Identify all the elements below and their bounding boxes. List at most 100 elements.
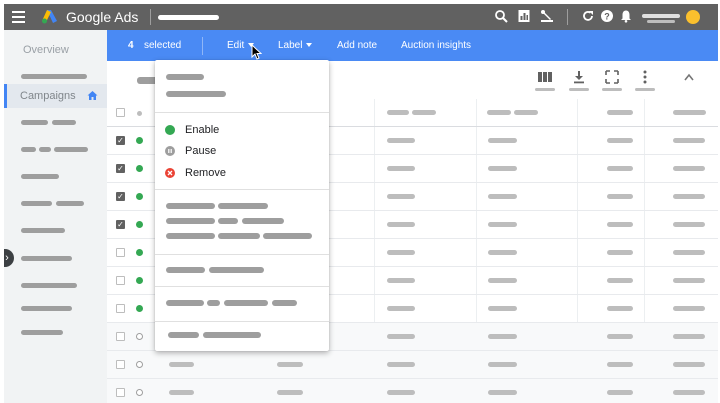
menu-separator (155, 254, 329, 255)
menu-item-placeholder[interactable] (166, 267, 205, 273)
search-icon[interactable] (494, 9, 508, 23)
menu-item-remove[interactable]: Remove (165, 165, 315, 183)
label-menu-button[interactable]: Label (278, 40, 313, 51)
sidebar-item[interactable] (21, 74, 87, 79)
sidebar-item[interactable] (21, 201, 52, 206)
column-header[interactable] (673, 110, 706, 115)
menu-item-label: Enable (185, 124, 220, 136)
table-cell (673, 250, 705, 255)
row-checkbox[interactable] (116, 248, 125, 257)
tool-label (535, 88, 555, 91)
columns-icon[interactable] (537, 70, 553, 84)
active-indicator (4, 84, 7, 108)
menu-item-placeholder[interactable] (166, 233, 215, 239)
refresh-icon[interactable] (581, 9, 595, 23)
menu-item-placeholder[interactable] (203, 332, 261, 338)
more-icon[interactable] (637, 70, 653, 84)
sidebar-item[interactable] (21, 283, 77, 288)
sidebar-item[interactable] (21, 120, 48, 125)
divider (150, 9, 151, 25)
column-header[interactable] (514, 110, 538, 115)
sidebar-item[interactable] (21, 228, 65, 233)
menu-subheading (166, 91, 226, 97)
row-checkbox[interactable]: ✓ (116, 136, 125, 145)
sidebar-item[interactable] (21, 174, 59, 179)
table-cell (488, 390, 517, 395)
reports-icon[interactable] (517, 9, 531, 23)
sidebar-item[interactable] (56, 201, 84, 206)
sidebar-item[interactable] (21, 147, 36, 152)
menu-item-enable[interactable]: Enable (165, 122, 315, 140)
expand-icon[interactable] (604, 70, 620, 84)
row-checkbox[interactable] (116, 388, 125, 397)
auction-insights-button[interactable]: Auction insights (401, 40, 471, 51)
table-cell (673, 138, 705, 143)
row-checkbox[interactable] (116, 276, 125, 285)
menu-item-placeholder[interactable] (166, 300, 204, 306)
table-cell (169, 362, 194, 367)
column-header[interactable] (487, 110, 511, 115)
column-header[interactable] (387, 110, 409, 115)
sidebar-collapse-handle[interactable]: › (4, 249, 14, 267)
sidebar-item[interactable] (52, 120, 76, 125)
row-checkbox[interactable]: ✓ (116, 164, 125, 173)
table-cell (169, 390, 194, 395)
avatar[interactable] (686, 10, 700, 24)
sidebar-item-overview[interactable]: Overview (23, 44, 69, 56)
tool-label (569, 88, 589, 91)
menu-item-placeholder[interactable] (166, 218, 215, 224)
table-cell (673, 222, 705, 227)
table-cell (488, 222, 517, 227)
menu-separator (155, 321, 329, 322)
tools-icon[interactable] (540, 9, 554, 23)
table-row[interactable] (107, 379, 718, 403)
column-header[interactable] (412, 110, 436, 115)
label-label: Label (278, 40, 303, 51)
column-header[interactable] (607, 110, 633, 115)
menu-item-placeholder[interactable] (218, 233, 260, 239)
account-selector[interactable] (158, 15, 219, 20)
table-cell (387, 194, 415, 199)
menu-item-placeholder[interactable] (242, 218, 284, 224)
collapse-chevron-icon[interactable] (681, 70, 697, 84)
menu-item-placeholder[interactable] (272, 300, 297, 306)
menu-item-placeholder[interactable] (218, 218, 238, 224)
menu-item-placeholder[interactable] (218, 203, 268, 209)
menu-item-pause[interactable]: Pause (165, 143, 315, 161)
row-checkbox[interactable] (116, 332, 125, 341)
row-checkbox[interactable] (116, 304, 125, 313)
sidebar-item[interactable] (21, 330, 63, 335)
menu-item-placeholder[interactable] (224, 300, 268, 306)
top-bar: Google Ads ? (4, 4, 718, 30)
table-cell (607, 362, 633, 367)
table-cell (277, 390, 303, 395)
download-icon[interactable] (571, 70, 587, 84)
enabled-status-icon (136, 249, 143, 256)
row-checkbox[interactable]: ✓ (116, 192, 125, 201)
add-note-button[interactable]: Add note (337, 40, 377, 51)
menu-item-placeholder[interactable] (263, 233, 312, 239)
select-all-checkbox[interactable] (116, 108, 125, 117)
table-cell (488, 306, 517, 311)
menu-item-placeholder[interactable] (166, 203, 215, 209)
menu-item-placeholder[interactable] (209, 267, 264, 273)
table-cell (277, 362, 303, 367)
menu-icon[interactable] (12, 11, 25, 23)
row-checkbox[interactable] (116, 360, 125, 369)
table-cell (673, 306, 705, 311)
table-row[interactable] (107, 351, 718, 379)
notifications-icon[interactable] (619, 9, 633, 23)
sidebar-item-campaigns[interactable]: Campaigns (4, 84, 107, 108)
home-icon (87, 91, 98, 100)
row-checkbox[interactable]: ✓ (116, 220, 125, 229)
sidebar-item[interactable] (39, 147, 51, 152)
help-icon[interactable]: ? (600, 9, 614, 23)
sidebar-item[interactable] (21, 256, 72, 261)
removed-status-icon (136, 361, 143, 368)
menu-item-placeholder[interactable] (207, 300, 220, 306)
sidebar-item[interactable] (54, 147, 88, 152)
menu-item-placeholder[interactable] (168, 332, 199, 338)
pause-status-icon (165, 146, 175, 156)
removed-status-icon (136, 333, 143, 340)
sidebar-item[interactable] (21, 306, 72, 311)
